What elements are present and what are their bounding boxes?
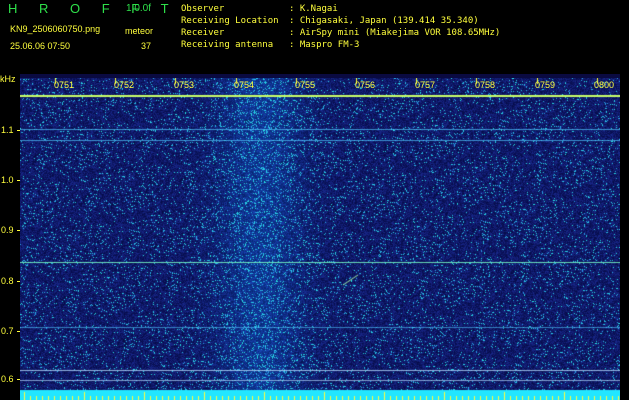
spectrogram-canvas[interactable] [20,78,620,400]
info-row-location: Receiving Location: Chigasaki, Japan (13… [181,16,479,26]
app-version: 1.0.0f [126,3,152,14]
x-tick-label: 0759 [535,80,556,90]
y-tick-label: 0.6 [1,374,14,384]
meteor-label: meteor [125,26,154,36]
info-key: Receiver [181,28,225,38]
file-datetime: 25.06.06 07:50 [10,41,71,51]
info-value: K.Nagai [299,4,338,14]
x-tick-label: 0756 [355,80,376,90]
y-axis-panel [0,74,20,400]
info-key: Observer [181,4,225,14]
info-value: Maspro FM-3 [299,40,360,50]
x-tick-label: 0800 [594,80,615,90]
right-margin [620,74,629,400]
meteor-count: 37 [141,41,152,51]
y-tick-label: 0.9 [1,225,14,235]
info-row-antenna: Receiving antenna: Maspro FM-3 [181,40,360,50]
x-tick-label: 0752 [114,80,135,90]
x-tick-label: 0757 [415,80,436,90]
app-brand: H R O F F T [8,1,178,16]
observation-info: Observer: K.Nagai Receiving Location: Ch… [181,3,500,51]
x-tick-label: 0758 [475,80,496,90]
y-tick-label: 0.7 [1,326,14,336]
x-tick-label: 0755 [295,80,316,90]
info-row-receiver: Receiver: AirSpy mini (Miakejima VOR 108… [181,28,501,38]
y-tick-label: 1.0 [1,175,14,185]
file-name: KN9_2506060750.png [10,24,101,34]
x-tick-label: 0753 [174,80,195,90]
x-tick-label: 0751 [54,80,75,90]
info-value: AirSpy mini (Miakejima VOR 108.65MHz) [299,28,501,38]
x-tick-label: 0754 [234,80,255,90]
info-value: Chigasaki, Japan (139.414 35.340) [299,16,479,26]
info-key: Receiving Location [181,16,279,26]
info-key: Receiving antenna [181,40,274,50]
y-tick-label: 0.8 [1,276,14,286]
info-row-observer: Observer: K.Nagai [181,4,338,14]
y-tick-label: 1.1 [1,125,14,135]
y-axis-unit: kHz [0,74,16,84]
